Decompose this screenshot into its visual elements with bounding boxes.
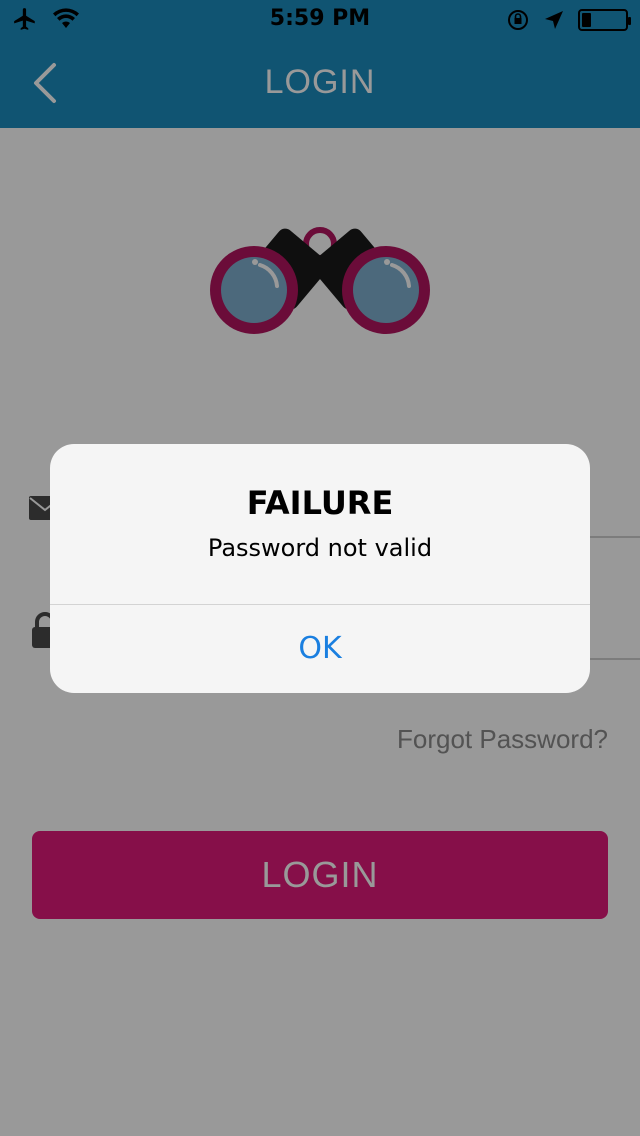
alert-dialog: FAILURE Password not valid OK (50, 444, 590, 693)
alert-title: FAILURE (246, 484, 394, 522)
alert-message: Password not valid (207, 534, 433, 562)
alert-ok-button[interactable]: OK (50, 605, 590, 693)
